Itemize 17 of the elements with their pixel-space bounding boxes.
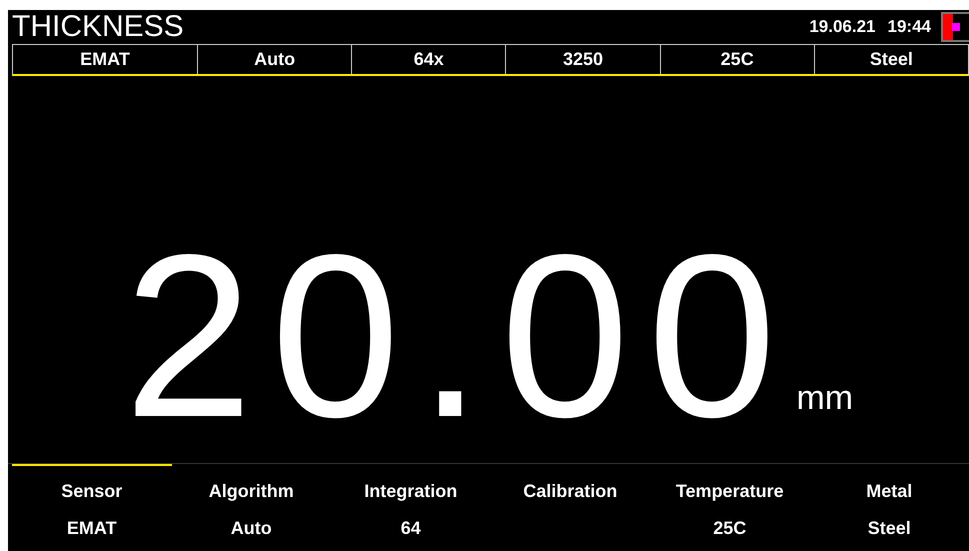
date-label: 19.06.21 — [809, 16, 876, 38]
menu-tab[interactable]: Sensor EMAT — [12, 464, 172, 551]
menu-tab[interactable]: Temperature 25C — [650, 464, 810, 551]
menu-tab[interactable]: Algorithm Auto — [172, 464, 331, 551]
status-cell: 64x — [351, 45, 506, 74]
menu-tab[interactable]: Metal Steel — [810, 464, 969, 551]
status-cell: 25C — [660, 45, 814, 74]
menu-tab[interactable]: Calibration — [490, 464, 650, 551]
time-label: 19:44 — [888, 16, 931, 38]
status-cell-text: EMAT — [79, 48, 131, 71]
unit-label: mm — [796, 381, 854, 415]
menu-tab[interactable]: Integration 64 — [331, 464, 490, 551]
status-cell: 3250 — [505, 45, 660, 74]
status-cell: Steel — [814, 45, 968, 74]
status-cell: Auto — [197, 45, 352, 74]
screen-title: THICKNESS — [12, 12, 184, 42]
thickness-reading: 20.00 — [124, 221, 794, 453]
